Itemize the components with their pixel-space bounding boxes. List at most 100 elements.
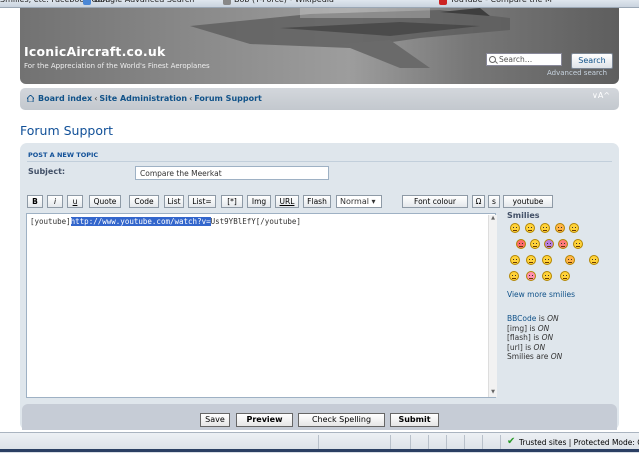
breadcrumb-link[interactable]: Forum Support: [194, 94, 262, 103]
breadcrumb-link[interactable]: Board index: [38, 94, 92, 103]
browser-tab[interactable]: YouTube - Compare the M: [438, 0, 552, 5]
search-input[interactable]: Search…: [486, 53, 562, 66]
smiley-icon[interactable]: [525, 223, 535, 233]
smiley-icon[interactable]: [510, 255, 520, 265]
smiley-icon[interactable]: [530, 239, 540, 249]
bbcode-status-value: ON: [547, 314, 559, 323]
browser-tab[interactable]: Google Advanced Search: [82, 0, 194, 5]
search-icon: [489, 56, 496, 63]
textarea-scrollbar[interactable]: ▲ ▼: [488, 215, 497, 397]
toolbar-button-list[interactable]: List=: [188, 195, 216, 208]
submit-bar: Save Preview Check Spelling Submit: [22, 404, 617, 430]
status-divider: [500, 435, 501, 449]
font-size-select[interactable]: Normal ▾: [336, 195, 382, 208]
site-tagline: For the Appreciation of the World's Fine…: [24, 62, 210, 70]
smiley-icon[interactable]: [565, 255, 575, 265]
bbcode-status-verb: are: [533, 352, 551, 361]
browser-tab[interactable]: Bob (T-Force) - Wikipedia: [222, 0, 334, 5]
wikipedia-icon: [223, 0, 231, 5]
bbcode-status-item: Smilies are ON: [507, 352, 562, 362]
security-zone-text[interactable]: Trusted sites | Protected Mode: Of: [519, 438, 639, 447]
bbcode-status-label: [img]: [507, 323, 528, 333]
toolbar-button-quote[interactable]: Quote: [89, 195, 121, 208]
site-header: IconicAircraft.co.uk For the Appreciatio…: [20, 8, 619, 84]
submit-button[interactable]: Submit: [390, 413, 439, 427]
bbcode-status-item: BBCode is ON: [507, 314, 562, 324]
chevron-down-icon: ▾: [368, 197, 376, 206]
bbcode-status-item: [flash] is ON: [507, 333, 562, 343]
check-spelling-button[interactable]: Check Spelling: [298, 413, 385, 427]
scroll-down-icon[interactable]: ▼: [489, 389, 497, 395]
toolbar-button-b[interactable]: B: [27, 195, 43, 208]
bbcode-status-verb: is: [522, 342, 534, 352]
bbcode-status-item: [img] is ON: [507, 324, 562, 334]
legend-divider: [27, 161, 612, 162]
omega-button[interactable]: Ω: [472, 195, 485, 208]
bbcode-status-label: [url]: [507, 342, 523, 352]
smiley-icon[interactable]: [589, 255, 599, 265]
bbcode-status-value: ON: [537, 323, 550, 333]
toolbar-button-u[interactable]: u: [67, 195, 83, 208]
message-textarea[interactable]: [youtube]http://www.youtube.com/watch?v=…: [26, 213, 497, 398]
save-button[interactable]: Save: [200, 413, 230, 427]
status-divider: [482, 435, 483, 449]
message-after: Ust9YBlEfY[/youtube]: [210, 217, 301, 226]
browser-tab-label: YouTube - Compare the M: [450, 0, 552, 4]
smiley-icon[interactable]: [569, 223, 579, 233]
search-button[interactable]: Search: [571, 53, 613, 69]
toolbar-button-list[interactable]: List: [164, 195, 184, 208]
subject-input[interactable]: Compare the Meerkat: [135, 166, 329, 180]
font-colour-button[interactable]: Font colour: [402, 195, 468, 208]
youtube-icon: [439, 0, 447, 5]
status-divider: [446, 435, 447, 449]
view-more-smilies-link[interactable]: View more smilies: [507, 290, 575, 299]
trusted-check-icon: ✔: [507, 436, 516, 447]
smiley-icon[interactable]: [542, 255, 552, 265]
toolbar-button-i[interactable]: i: [47, 195, 63, 208]
toolbar-button-flash[interactable]: Flash: [303, 195, 331, 208]
bbcode-status-value: ON: [533, 342, 546, 352]
toolbar-button-[interactable]: [*]: [221, 195, 243, 208]
smiley-icon[interactable]: [555, 223, 565, 233]
collapse-header-icon[interactable]: ∨A^: [592, 91, 610, 100]
toolbar-button-img[interactable]: Img: [247, 195, 271, 208]
smiley-icon[interactable]: [526, 255, 536, 265]
strike-button[interactable]: s: [488, 195, 500, 208]
smilies-title: Smilies: [507, 211, 540, 220]
breadcrumb-bar: Board index ‹ Site Administration ‹ Forum Su…: [20, 88, 619, 110]
google-icon: [83, 0, 91, 5]
advanced-search-link[interactable]: Advanced search: [547, 69, 607, 77]
bbcode-status-label: Smilies: [507, 352, 534, 361]
scroll-up-icon[interactable]: ▲: [489, 215, 497, 221]
toolbar-button-url[interactable]: URL: [275, 195, 299, 208]
smiley-icon[interactable]: [509, 271, 519, 281]
status-divider: [410, 435, 411, 449]
youtube-button[interactable]: youtube: [503, 195, 553, 208]
message-before: [youtube]: [30, 217, 71, 226]
smiley-icon[interactable]: [544, 239, 554, 249]
breadcrumb-link[interactable]: Site Administration: [99, 94, 187, 103]
site-logo-text[interactable]: IconicAircraft.co.uk: [24, 44, 166, 59]
status-divider: [428, 435, 429, 449]
bbcode-status-item: [url] is ON: [507, 343, 562, 353]
smiley-icon[interactable]: [540, 223, 550, 233]
bbcode-status-label: [flash]: [507, 333, 531, 342]
smiley-icon[interactable]: [558, 239, 568, 249]
bbcode-status-value: ON: [550, 352, 563, 361]
smiley-icon[interactable]: [516, 239, 526, 249]
bbcode-link[interactable]: BBCode: [507, 314, 536, 323]
search-placeholder: Search…: [499, 55, 533, 64]
bbcode-status-verb: is: [530, 333, 542, 342]
smiley-icon[interactable]: [560, 271, 570, 281]
page-title[interactable]: Forum Support: [20, 123, 113, 138]
status-divider: [318, 435, 319, 449]
message-text: [youtube]http://www.youtube.com/watch?v=…: [30, 217, 301, 226]
preview-button[interactable]: Preview: [236, 413, 293, 427]
post-form-panel: POST A NEW TOPIC Subject: Compare the Me…: [20, 143, 619, 430]
smiley-icon[interactable]: [573, 239, 583, 249]
smiley-icon[interactable]: [526, 271, 536, 281]
toolbar-button-code[interactable]: Code: [129, 195, 159, 208]
smiley-icon[interactable]: [510, 223, 520, 233]
browser-tab-label: Bob (T-Force) - Wikipedia: [234, 0, 334, 4]
smiley-icon[interactable]: [542, 271, 552, 281]
